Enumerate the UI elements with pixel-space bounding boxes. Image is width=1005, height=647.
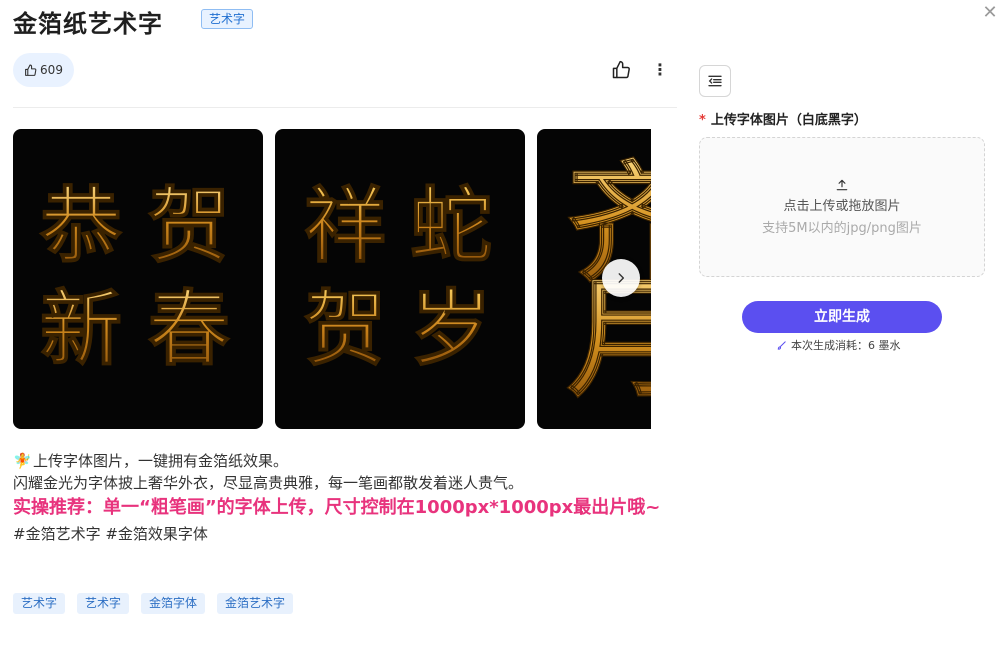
chevron-right-icon bbox=[618, 273, 625, 283]
tag-list: 艺术字 艺术字 金箔字体 金箔艺术字 bbox=[13, 593, 294, 614]
glyph: 贺 bbox=[304, 281, 386, 377]
image-gallery: 恭 贺 新 春 祥 蛇 贺 岁 齐 月 bbox=[13, 129, 651, 429]
cost-info: 本次生成消耗：6 墨水 bbox=[776, 337, 901, 353]
ink-brush-icon bbox=[777, 340, 786, 350]
upload-instruction: 点击上传或拖放图片 bbox=[783, 199, 901, 214]
thumbs-up-icon bbox=[25, 64, 37, 76]
glyph: 恭 bbox=[39, 178, 122, 274]
glyph: 贺 bbox=[148, 178, 230, 274]
upload-field-label: * 上传字体图片（白底黑字） bbox=[699, 109, 867, 128]
page-title: 金箔纸艺术字 bbox=[13, 10, 163, 38]
image-upload-dropzone[interactable]: 点击上传或拖放图片 支持5M以内的jpg/png图片 bbox=[699, 137, 985, 277]
generate-button[interactable]: 立即生成 bbox=[742, 301, 942, 333]
category-badge: 艺术字 bbox=[201, 9, 254, 29]
description-line-1: 上传字体图片，一键拥有金箔纸效果。 bbox=[33, 452, 289, 470]
gold-text-image: 恭 贺 新 春 bbox=[38, 177, 230, 377]
upload-icon bbox=[836, 179, 848, 191]
description-line-2: 闪耀金光为字体披上奢华外衣，尽显高贵典雅，每一笔画都散发着迷人贵气。 bbox=[13, 474, 524, 492]
indent-menu-icon bbox=[708, 75, 722, 87]
like-count-button[interactable]: 609 bbox=[13, 53, 74, 87]
gallery-next-button[interactable] bbox=[602, 259, 640, 297]
thumbs-up-icon bbox=[612, 60, 630, 79]
tag-chip[interactable]: 金箔艺术字 bbox=[217, 593, 294, 614]
gallery-card[interactable]: 祥 蛇 贺 岁 bbox=[275, 129, 525, 429]
fairy-emoji-icon: 🧚 bbox=[13, 452, 32, 470]
glyph: 蛇 bbox=[410, 178, 492, 274]
usage-tip: 实操推荐：单一“粗笔画”的字体上传，尺寸控制在1000px*1000px最出片哦… bbox=[13, 497, 661, 518]
glyph: 岁 bbox=[410, 281, 492, 377]
thumbs-up-button[interactable] bbox=[611, 60, 631, 80]
tag-chip[interactable]: 艺术字 bbox=[77, 593, 130, 614]
glyph: 祥 bbox=[304, 178, 386, 274]
upload-label-text: 上传字体图片（白底黑字） bbox=[710, 113, 867, 128]
required-mark: * bbox=[699, 113, 706, 128]
glyph: 新 bbox=[40, 281, 122, 377]
glyph: 春 bbox=[148, 281, 230, 377]
more-options-icon[interactable]: ⋮ bbox=[652, 60, 668, 80]
like-count: 609 bbox=[40, 63, 63, 77]
close-icon[interactable]: ✕ bbox=[980, 3, 1000, 23]
panel-toggle-button[interactable] bbox=[699, 65, 731, 97]
description: 🧚上传字体图片，一键拥有金箔纸效果。 闪耀金光为字体披上奢华外衣，尽显高贵典雅，… bbox=[13, 450, 663, 545]
tag-chip[interactable]: 艺术字 bbox=[13, 593, 66, 614]
divider bbox=[13, 107, 677, 108]
gallery-card[interactable]: 恭 贺 新 春 bbox=[13, 129, 263, 429]
upload-constraints: 支持5M以内的jpg/png图片 bbox=[762, 221, 922, 236]
gold-text-image: 祥 蛇 贺 岁 bbox=[303, 177, 492, 377]
cost-text: 本次生成消耗：6 墨水 bbox=[791, 339, 901, 352]
hashtags: #金箔艺术字 #金箔效果字体 bbox=[13, 525, 208, 543]
tag-chip[interactable]: 金箔字体 bbox=[141, 593, 206, 614]
